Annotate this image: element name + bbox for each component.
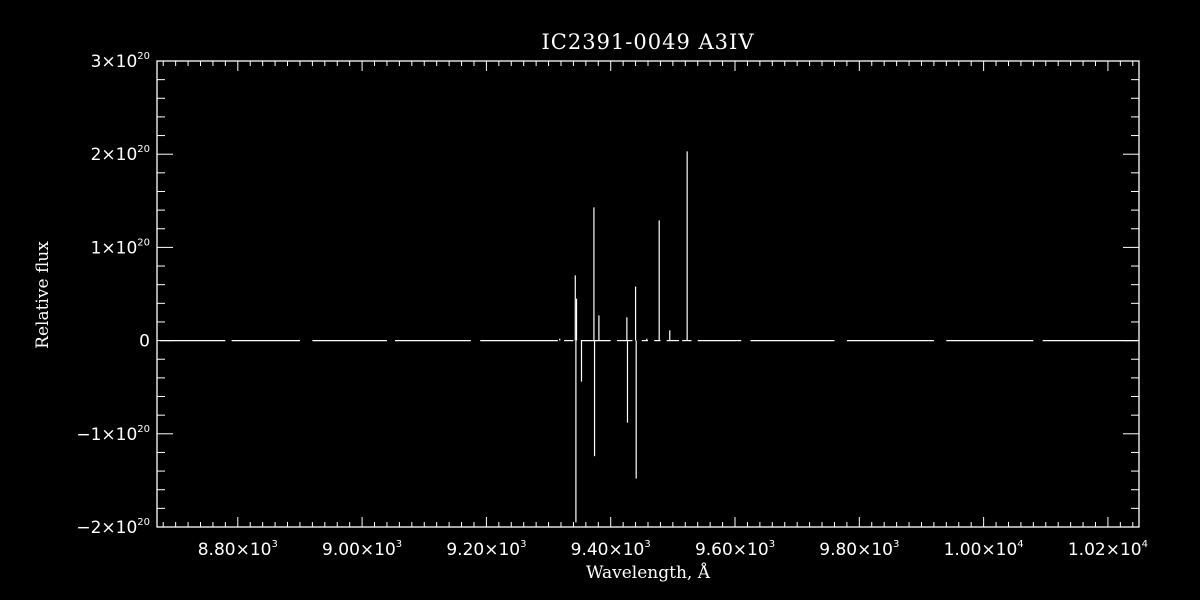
y-tick-label: 2×1020 (91, 144, 150, 165)
x-tick-label: 9.40×103 (571, 539, 651, 560)
y-tick-label: 3×1020 (91, 51, 150, 72)
x-tick-label: 9.80×103 (819, 539, 899, 560)
tick-labels: 8.80×103 9.00×103 9.20×103 9.40×103 9.60×103… (76, 51, 1148, 560)
y-tick-label: −2×1020 (76, 517, 150, 538)
y-tick-label: 0 (139, 332, 150, 352)
x-axis-label: Wavelength, Å (586, 562, 711, 583)
y-axis-label: Relative flux (33, 241, 53, 349)
chart-title: IC2391-0049 A3IV (541, 30, 754, 54)
plot-border (156, 60, 1140, 528)
x-tick-label: 1.02×104 (1068, 539, 1148, 560)
x-tick-label: 9.60×103 (695, 539, 775, 560)
x-tick-label: 8.80×103 (198, 539, 278, 560)
plot-frame (156, 60, 1140, 528)
x-tick-label: 9.20×103 (446, 539, 526, 560)
y-tick-label: 1×1020 (91, 237, 150, 258)
x-tick-label: 1.00×104 (944, 539, 1024, 560)
axis-ticks (157, 60, 1139, 528)
y-tick-label: −1×1020 (76, 424, 150, 445)
spectrum-series (160, 151, 1138, 523)
x-tick-label: 9.00×103 (322, 539, 402, 560)
spectrum-chart: IC2391-0049 A3IV Wavelength, Å Relative … (33, 30, 1148, 583)
